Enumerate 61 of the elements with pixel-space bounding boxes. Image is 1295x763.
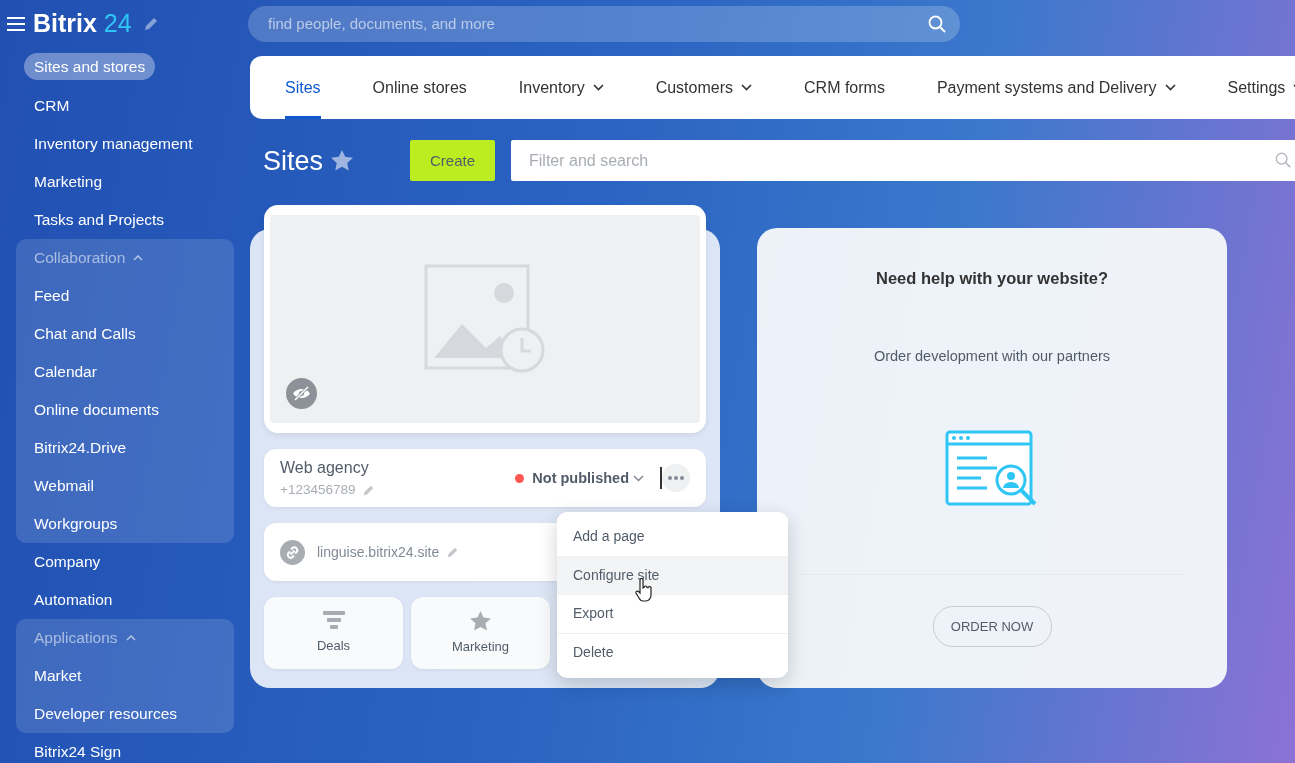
sidebar-item[interactable]: Market: [16, 657, 100, 696]
chevron-up-icon: [125, 635, 136, 642]
tab[interactable]: Customers: [629, 56, 778, 120]
publish-status[interactable]: Not published: [532, 467, 629, 490]
sidebar-item[interactable]: Bitrix24.Drive: [16, 429, 145, 468]
sidebar-item[interactable]: Automation: [16, 581, 131, 620]
sidebar-item[interactable]: Calendar: [16, 353, 115, 392]
tab[interactable]: Settings: [1201, 56, 1295, 120]
sidebar-item[interactable]: Feed: [16, 277, 88, 316]
logo[interactable]: Bitrix 24: [33, 4, 132, 43]
menu-icon[interactable]: [7, 16, 25, 31]
sidebar-item[interactable]: Company: [16, 543, 119, 582]
tab[interactable]: Online stores: [346, 56, 493, 120]
more-button[interactable]: [662, 464, 690, 493]
pencil-icon[interactable]: [447, 546, 459, 558]
tab[interactable]: CRM forms: [778, 56, 911, 120]
sidebar-item[interactable]: Online documents: [16, 391, 177, 430]
chevron-down-icon: [741, 84, 752, 92]
tab[interactable]: Payment systems and Delivery: [910, 56, 1202, 120]
menu-item[interactable]: Configure site: [557, 556, 788, 595]
menu-item[interactable]: Delete: [557, 633, 788, 672]
menu-item[interactable]: Export: [557, 595, 788, 634]
tile-button[interactable]: Deals: [264, 597, 403, 670]
hand-cursor-icon: [635, 578, 653, 602]
link-icon[interactable]: [280, 539, 305, 565]
sidebar-item[interactable]: Tasks and Projects: [16, 201, 183, 240]
page-title: Sites: [263, 144, 324, 178]
site-phone: +123456789: [280, 481, 356, 500]
order-now-button[interactable]: ORDER NOW: [932, 605, 1052, 647]
help-subtitle: Order development with our partners: [873, 347, 1111, 367]
sidebar-item[interactable]: Inventory management: [16, 125, 211, 164]
tile-button[interactable]: Marketing: [411, 597, 550, 670]
pencil-icon[interactable]: [143, 16, 158, 31]
sidebar-item[interactable]: Bitrix24 Sign: [16, 733, 139, 763]
funnel-icon: [322, 611, 345, 631]
search-icon[interactable]: [1275, 152, 1291, 169]
tab[interactable]: Sites: [259, 56, 347, 120]
star-icon: [470, 610, 491, 631]
sidebar-item[interactable]: Webmail: [16, 467, 112, 506]
hidden-eye-icon[interactable]: [286, 378, 317, 410]
sidebar-item[interactable]: Chat and Calls: [16, 315, 154, 354]
star-icon[interactable]: [331, 150, 354, 172]
menu-item[interactable]: Add a page: [557, 518, 788, 557]
sidebar-item[interactable]: Developer resources: [16, 695, 195, 734]
chevron-down-icon[interactable]: [633, 474, 644, 482]
chevron-up-icon: [133, 255, 144, 262]
help-title: Need help with your website?: [876, 268, 1108, 290]
chevron-down-icon: [1164, 84, 1176, 92]
sidebar-item[interactable]: CRM: [16, 87, 88, 126]
image-clock-icon: [424, 264, 546, 375]
tab[interactable]: Inventory: [492, 56, 630, 120]
site-domain[interactable]: linguise.bitrix24.site: [317, 541, 440, 563]
pencil-icon[interactable]: [363, 484, 375, 496]
create-button[interactable]: Create: [410, 140, 496, 182]
search-icon[interactable]: [928, 14, 946, 33]
more-dots-icon: [668, 476, 684, 481]
site-name: Web agency: [280, 458, 370, 479]
chevron-down-icon: [592, 84, 604, 92]
filter-search-field[interactable]: Filter and search: [511, 140, 1295, 182]
sidebar-item[interactable]: Workgroups: [16, 505, 136, 544]
sidebar-item[interactable]: Marketing: [16, 163, 121, 202]
